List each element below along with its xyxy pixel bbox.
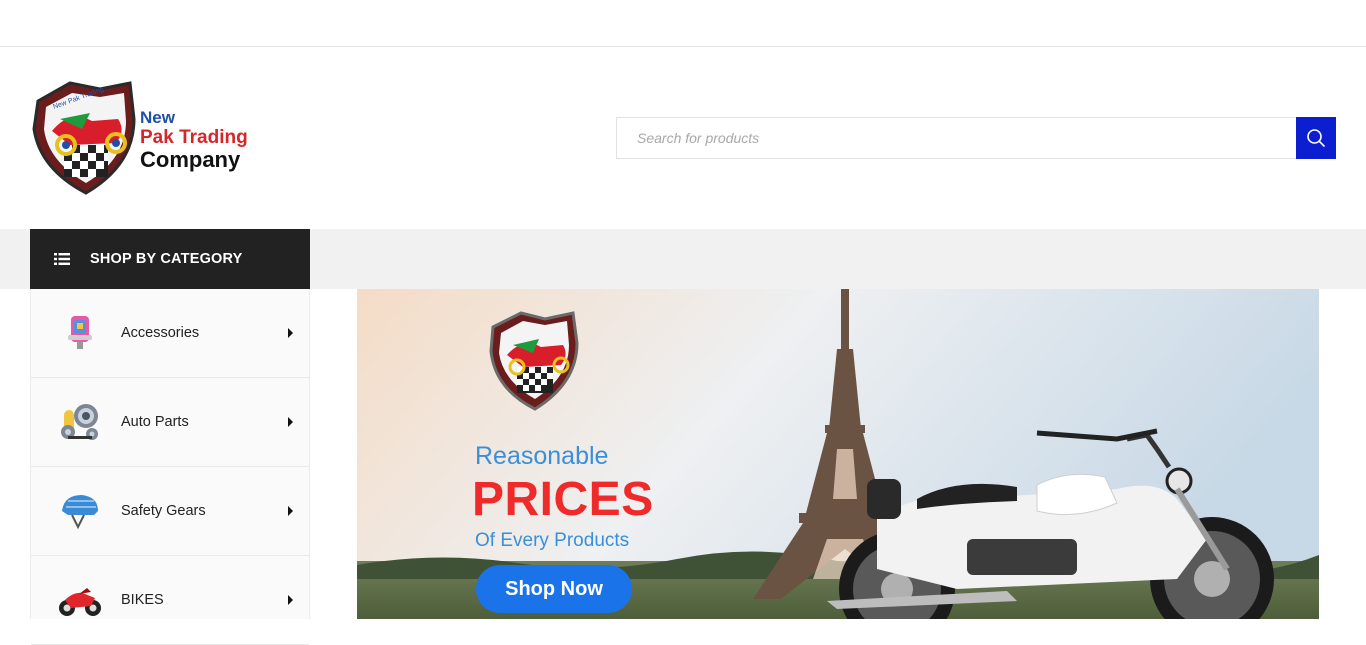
helmet-icon: [57, 488, 103, 534]
logo-line-2: Pak Trading: [140, 127, 248, 148]
search-bar: [616, 117, 1336, 159]
category-menu-title: SHOP BY CATEGORY: [90, 251, 243, 267]
category-label: BIKES: [121, 592, 164, 608]
search-input[interactable]: [616, 117, 1296, 159]
list-icon: [54, 253, 70, 265]
search-button[interactable]: [1296, 117, 1336, 159]
logo-text: New Pak Trading Company: [140, 109, 248, 171]
category-item-bikes[interactable]: BIKES: [31, 556, 309, 645]
shop-now-button[interactable]: Shop Now: [476, 565, 632, 613]
logo-line-1: New: [140, 108, 175, 127]
logo-line-3: Company: [140, 147, 241, 172]
motorbike-icon: [57, 577, 103, 623]
logo-shield-icon: New Pak Trading: [32, 81, 136, 195]
shop-by-category-toggle[interactable]: SHOP BY CATEGORY: [30, 229, 310, 289]
banner-headline-1: Reasonable: [475, 442, 609, 470]
site-header: New Pak Trading New Pak Trading Company: [0, 47, 1366, 229]
category-label: Accessories: [121, 325, 200, 341]
category-item-auto-parts[interactable]: Auto Parts: [31, 378, 309, 467]
chevron-right-icon: [288, 328, 293, 338]
site-logo[interactable]: New Pak Trading New Pak Trading Company: [30, 79, 260, 199]
gears-icon: [57, 399, 103, 445]
navigation-bar: SHOP BY CATEGORY: [0, 229, 1366, 289]
search-icon: [1307, 129, 1325, 147]
banner-headline-3: Of Every Products: [475, 530, 630, 551]
chevron-right-icon: [288, 417, 293, 427]
category-label: Safety Gears: [121, 503, 206, 519]
accessory-icon: [57, 310, 103, 356]
hero-banner[interactable]: Reasonable PRICES Of Every Products Shop…: [357, 289, 1319, 619]
chevron-right-icon: [288, 506, 293, 516]
top-bar: [0, 0, 1366, 47]
category-item-safety-gears[interactable]: Safety Gears: [31, 467, 309, 556]
category-sidebar: Accessories Auto Parts Safety Gears BIKE…: [30, 289, 310, 645]
category-label: Auto Parts: [121, 414, 189, 430]
category-item-accessories[interactable]: Accessories: [31, 289, 309, 378]
chevron-right-icon: [288, 595, 293, 605]
banner-headline-2: PRICES: [472, 473, 654, 526]
